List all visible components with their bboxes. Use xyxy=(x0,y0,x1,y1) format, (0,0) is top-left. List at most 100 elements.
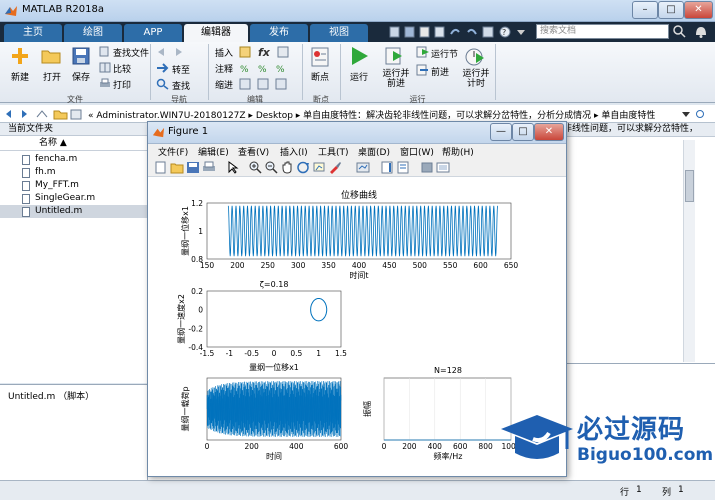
tab-plots[interactable]: 绘图 xyxy=(64,24,122,42)
x-tick-label: 600 xyxy=(334,442,349,451)
current-path[interactable]: « Administrator.WIN7U-20180127Z ▸ Deskto… xyxy=(88,108,655,121)
col-label: 列 xyxy=(662,488,672,498)
x-tick-label: 300 xyxy=(291,261,306,270)
svg-text:%: % xyxy=(276,65,285,75)
x-tick-label: -0.5 xyxy=(244,349,259,358)
run-and-advance-button[interactable]: 运行并 前进 xyxy=(378,69,414,89)
x-axis-label: 时间t xyxy=(349,270,368,280)
zoom-in-icon[interactable] xyxy=(248,161,262,174)
menu-window[interactable]: 窗口(W) xyxy=(400,145,434,158)
indent-button[interactable]: 缩进 xyxy=(215,78,233,91)
m-file-icon xyxy=(22,155,30,165)
bell-icon[interactable] xyxy=(690,24,712,39)
search-documentation-input[interactable]: 搜索文档 xyxy=(536,24,669,39)
x-axis-label: 频率/Hz xyxy=(434,451,463,461)
advance-button[interactable]: 前进 xyxy=(431,65,449,78)
menu-view[interactable]: 查看(V) xyxy=(238,145,269,158)
y-tick-labels: 0.8 1 1.2 xyxy=(191,199,203,264)
tab-view[interactable]: 视图 xyxy=(310,24,368,42)
pan-hand-icon[interactable] xyxy=(280,161,294,174)
tab-home[interactable]: 主页 xyxy=(4,24,62,42)
run-play-icon xyxy=(352,47,368,65)
rotate-3d-icon[interactable] xyxy=(296,161,310,174)
show-plot-tools-icon[interactable] xyxy=(436,161,450,174)
open-file-icon[interactable] xyxy=(170,161,184,174)
figure-title-bar[interactable]: Figure 1 — □ ✕ xyxy=(148,122,566,144)
run-group-label: 运行 xyxy=(409,95,426,104)
scrollbar-thumb[interactable] xyxy=(685,170,694,202)
x-tick-label: 200 xyxy=(245,442,260,451)
compare-icon xyxy=(99,62,111,73)
x-tick-label: 200 xyxy=(230,261,245,270)
find-files-button[interactable]: 查找文件 xyxy=(113,46,149,59)
new-figure-icon[interactable] xyxy=(154,161,168,174)
tab-publish[interactable]: 发布 xyxy=(250,24,308,42)
find-button[interactable]: 查找 xyxy=(172,79,190,92)
compare-button[interactable]: 比较 xyxy=(113,62,131,75)
menu-edit[interactable]: 编辑(E) xyxy=(198,145,229,158)
zoom-out-icon[interactable] xyxy=(264,161,278,174)
name-column-header[interactable]: 名称 ▲ xyxy=(0,137,148,151)
x-tick-label: 0 xyxy=(205,442,210,451)
file-item-selected[interactable]: Untitled.m xyxy=(0,205,148,218)
edit-tool-icons[interactable]: fx %%% xyxy=(238,45,300,93)
file-item[interactable]: My_FFT.m xyxy=(0,179,148,192)
run-button[interactable]: 运行 xyxy=(344,70,374,83)
quick-access-toolbar[interactable]: ? xyxy=(388,25,528,39)
subplot-title: ζ=0.18 xyxy=(260,280,289,289)
y-tick-label: 0 xyxy=(198,306,203,315)
editor-scrollbar[interactable] xyxy=(683,140,695,362)
file-item[interactable]: fh.m xyxy=(0,166,148,179)
watermark-url: Biguo100.com xyxy=(577,445,714,465)
file-item[interactable]: fencha.m xyxy=(0,153,148,166)
print-figure-icon[interactable] xyxy=(202,161,216,174)
editor-tab[interactable]: 非线性问题，可以求解分岔特性， xyxy=(560,123,715,137)
colorbar-icon[interactable] xyxy=(380,161,394,174)
brush-icon[interactable] xyxy=(328,161,342,174)
breakpoints-button[interactable]: 断点 xyxy=(303,70,337,83)
data-cursor-icon[interactable] xyxy=(312,161,326,174)
run-section-button[interactable]: 运行节 xyxy=(431,47,458,60)
menu-desktop[interactable]: 桌面(D) xyxy=(358,145,390,158)
address-dropdown-icon[interactable] xyxy=(680,109,710,119)
hide-plot-tools-icon[interactable] xyxy=(420,161,434,174)
back-forward-icons[interactable] xyxy=(156,46,192,58)
menu-help[interactable]: 帮助(H) xyxy=(442,145,474,158)
graduation-cap-logo-icon xyxy=(501,415,573,459)
y-axis-label: 量纲一位移x1 xyxy=(180,206,190,256)
save-figure-icon[interactable] xyxy=(186,161,200,174)
address-nav-icons[interactable] xyxy=(4,108,84,120)
open-button[interactable]: 打开 xyxy=(38,70,66,83)
menu-insert[interactable]: 插入(I) xyxy=(280,145,308,158)
file-item[interactable]: SingleGear.m xyxy=(0,192,148,205)
search-icon[interactable] xyxy=(672,24,686,39)
run-and-time-button[interactable]: 运行并 计时 xyxy=(458,69,494,89)
tab-apps[interactable]: APP xyxy=(124,24,182,42)
minimize-button[interactable]: – xyxy=(632,1,658,19)
pointer-icon[interactable] xyxy=(226,161,240,174)
subplot-title: 位移曲线 xyxy=(341,189,377,201)
insert-button[interactable]: 插入 xyxy=(215,46,233,59)
print-button[interactable]: 打印 xyxy=(113,78,131,91)
figure-minimize-button[interactable]: — xyxy=(490,123,512,141)
new-button[interactable]: 新建 xyxy=(6,70,34,83)
tab-editor[interactable]: 编辑器 xyxy=(184,24,248,42)
row-value: 1 xyxy=(636,485,642,495)
goto-button[interactable]: 转至 xyxy=(172,63,190,76)
figure-maximize-button[interactable]: □ xyxy=(512,123,534,141)
details-panel: Untitled.m （脚本） xyxy=(0,384,148,488)
menu-tools[interactable]: 工具(T) xyxy=(318,145,349,158)
legend-icon[interactable] xyxy=(396,161,410,174)
run-section-icon xyxy=(416,46,429,58)
save-button[interactable]: 保存 xyxy=(67,70,95,83)
col-value: 1 xyxy=(678,485,684,495)
close-button[interactable]: ✕ xyxy=(684,1,713,19)
link-plot-icon[interactable] xyxy=(356,161,370,174)
x-tick-label: 0 xyxy=(272,349,277,358)
menu-file[interactable]: 文件(F) xyxy=(158,145,188,158)
comment-button[interactable]: 注释 xyxy=(215,62,233,75)
maximize-button[interactable]: □ xyxy=(658,1,684,19)
breakpoints-group-label: 断点 xyxy=(313,95,329,104)
figure-close-button[interactable]: ✕ xyxy=(534,123,564,141)
y-tick-label: 1.2 xyxy=(191,199,203,208)
